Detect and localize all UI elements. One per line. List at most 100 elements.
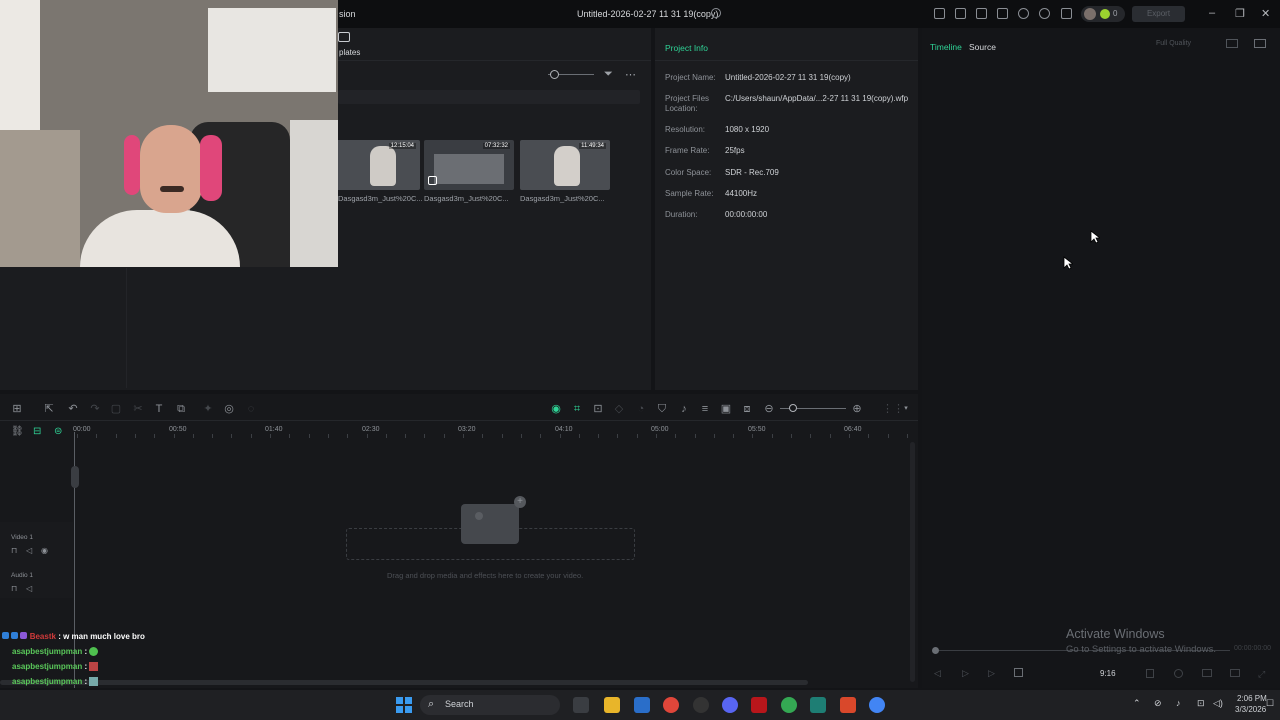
add-track-icon[interactable]: ⊡ (592, 403, 604, 415)
screen-record-icon[interactable]: ▣ (720, 403, 732, 415)
export-button[interactable]: Export (1132, 6, 1185, 22)
marker-icon[interactable]: ⛉ (656, 403, 668, 415)
chevron-up-icon[interactable]: ⌃ (1133, 698, 1141, 709)
color-icon[interactable]: ◌ (245, 403, 257, 415)
chrome-profile-icon[interactable] (781, 697, 797, 713)
microphone-icon[interactable]: ♪ (678, 403, 690, 415)
scopes-icon[interactable] (1254, 39, 1266, 48)
filter-icon[interactable]: ⏷ (604, 68, 613, 81)
webcam-headphone-right (200, 135, 222, 201)
folder-row[interactable] (338, 90, 640, 104)
save-icon[interactable] (997, 8, 1008, 19)
support-icon[interactable] (1039, 8, 1050, 19)
clock-time[interactable]: 2:06 PM (1237, 694, 1267, 703)
scrubber-handle[interactable] (932, 647, 939, 654)
search-box[interactable]: ⌕ Search (420, 695, 560, 715)
clock-date[interactable]: 3/3/2026 (1235, 705, 1266, 714)
send-icon[interactable] (934, 8, 945, 19)
cloud-status-icon[interactable] (711, 8, 721, 18)
credits-badge[interactable]: 0 (1081, 6, 1125, 22)
file-explorer-icon[interactable] (604, 697, 620, 713)
templates-icon[interactable] (338, 32, 350, 42)
previous-frame-icon[interactable]: ◁ (934, 668, 941, 679)
restore-icon[interactable]: ❐ (1235, 7, 1245, 20)
chrome-alt-icon[interactable] (869, 697, 885, 713)
upload-icon[interactable] (1018, 8, 1029, 19)
marker-icon[interactable] (1146, 669, 1154, 678)
horizontal-scrollbar[interactable] (0, 680, 808, 685)
play-icon[interactable]: ▷ (988, 668, 995, 679)
playhead-handle[interactable] (71, 466, 79, 488)
lock-icon[interactable]: ⊓ (11, 546, 17, 555)
filmora-icon[interactable] (810, 697, 826, 713)
library-icon[interactable] (955, 8, 966, 19)
volume-icon[interactable] (1230, 669, 1240, 677)
split-icon[interactable]: ✂ (132, 403, 144, 415)
audio-mixer-icon[interactable]: ≡ (699, 403, 711, 415)
magnet-icon[interactable]: ⌗ (571, 403, 583, 415)
quality-dropdown[interactable]: Full Quality (1156, 40, 1208, 52)
vertical-scrollbar[interactable] (910, 442, 915, 682)
chrome-icon[interactable] (663, 697, 679, 713)
text-tool-icon[interactable]: T (153, 403, 165, 415)
volume-icon[interactable]: ◁) (1213, 698, 1223, 709)
project-location-value[interactable]: C:/Users/shaun/AppData/...2-27 11 31 19(… (725, 94, 915, 104)
mute-icon[interactable]: ◁ (26, 546, 32, 555)
snapshot-icon[interactable] (1226, 39, 1238, 48)
render-icon[interactable] (1174, 669, 1183, 678)
more-options-icon[interactable]: ⋯ (625, 68, 636, 81)
discord-icon[interactable] (722, 697, 738, 713)
zoom-out-icon[interactable]: ⊖ (763, 403, 775, 415)
layout-icon[interactable] (976, 8, 987, 19)
keyframe-icon[interactable]: ◇ (613, 403, 625, 415)
media-clip-thumbnail[interactable]: 12:15:04 (330, 140, 420, 190)
layout-grid-icon[interactable]: ⊞ (11, 403, 23, 415)
slider-handle[interactable] (550, 70, 559, 79)
ruler-tick (540, 434, 541, 438)
obs-icon[interactable] (693, 697, 709, 713)
app-icon[interactable] (840, 697, 856, 713)
start-icon[interactable] (396, 697, 412, 713)
auto-ripple-icon[interactable]: ◉ (550, 403, 562, 415)
redo-icon[interactable]: ↷ (89, 403, 101, 415)
undo-icon[interactable]: ↶ (67, 403, 79, 415)
network-icon[interactable]: ⊘ (1154, 698, 1162, 709)
effects-icon[interactable]: ◎ (223, 403, 235, 415)
speed-icon[interactable]: ◔ (635, 403, 647, 415)
media-clip-thumbnail[interactable]: 11:49:34 (520, 140, 610, 190)
store-icon[interactable] (634, 697, 650, 713)
track-manager-icon[interactable]: ⊜ (54, 426, 62, 437)
add-icon[interactable]: + (514, 496, 526, 508)
aspect-ratio-dropdown[interactable]: 9:16 (1100, 669, 1116, 678)
notifications-icon[interactable]: ☐ (1266, 698, 1274, 709)
fullscreen-icon[interactable]: ⤢ (1258, 669, 1265, 680)
link-icon[interactable]: ⛓ (11, 426, 24, 437)
close-icon[interactable]: ✕ (1261, 7, 1270, 20)
pip-icon[interactable]: ⧈ (741, 403, 753, 415)
select-tool-icon[interactable]: ⇱ (43, 403, 55, 415)
tab-source[interactable]: Source (969, 42, 996, 52)
camera-icon[interactable] (1202, 669, 1212, 677)
track-height-icon[interactable]: ⊟ (33, 426, 41, 437)
delete-icon[interactable]: ▢ (110, 403, 122, 415)
wifi-icon[interactable]: ⊡ (1197, 698, 1205, 709)
tab-timeline[interactable]: Timeline (930, 42, 962, 52)
minimize-icon[interactable]: – (1209, 7, 1215, 19)
crop-icon[interactable]: ⧉ (175, 403, 187, 415)
lock-icon[interactable]: ⊓ (11, 584, 17, 593)
mute-icon[interactable]: ◁ (26, 584, 32, 593)
zoom-in-icon[interactable]: ⊕ (851, 403, 863, 415)
apps-grid-icon[interactable] (1061, 8, 1072, 19)
eye-icon[interactable]: ◉ (41, 546, 48, 555)
stop-icon[interactable] (1014, 668, 1023, 677)
timeline-zoom-handle[interactable] (789, 404, 797, 412)
mic-icon[interactable]: ♪ (1176, 698, 1181, 708)
acrobat-icon[interactable] (751, 697, 767, 713)
track-layout-icon[interactable]: ⋮⋮ (882, 403, 904, 415)
templates-tab-label[interactable]: plates (339, 48, 360, 57)
chevron-down-icon[interactable]: ▾ (900, 403, 912, 415)
step-back-icon[interactable]: ▷ (962, 668, 969, 679)
task-view-icon[interactable] (573, 697, 589, 713)
ai-tool-icon[interactable]: ✦ (202, 403, 214, 415)
media-clip-thumbnail[interactable]: 07:32:32 (424, 140, 514, 190)
